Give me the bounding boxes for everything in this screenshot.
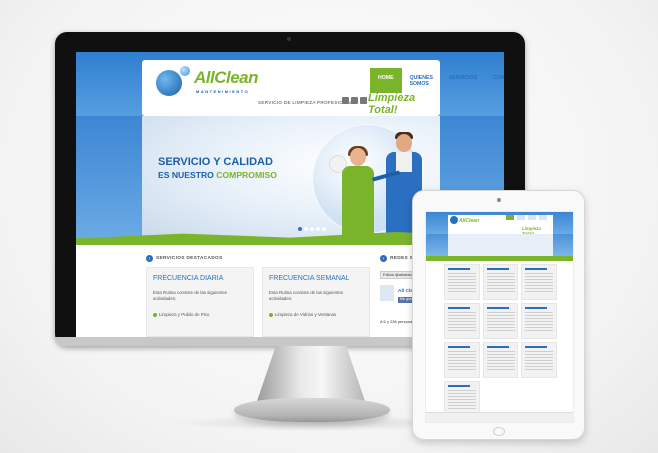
nav-servicios[interactable]: SERVICIOS — [441, 68, 485, 93]
ipad-nav-item[interactable] — [517, 215, 525, 220]
facebook-icon[interactable] — [342, 97, 349, 104]
ipad-home-button[interactable] — [493, 427, 505, 436]
mockup-stage: AllClean MANTENIMIENTO SERVICIO DE LIMPI… — [0, 0, 658, 453]
imac-stand-neck — [256, 346, 366, 404]
slider-dot[interactable] — [298, 227, 302, 231]
slider-dot[interactable] — [310, 227, 314, 231]
arrow-right-icon: › — [380, 255, 387, 262]
ipad-nav — [506, 215, 547, 220]
instagram-icon[interactable] — [360, 97, 367, 104]
twitter-icon[interactable] — [351, 97, 358, 104]
banner-subheadline-a: ES NUESTRO — [158, 170, 214, 180]
ipad-device: AllClean Limpieza Total! — [412, 190, 585, 440]
card-list-item: Limpieza y Pulido de Piso — [153, 312, 209, 317]
logo-ball-icon — [450, 216, 458, 224]
nav-contacto[interactable]: CONTACTO — [485, 68, 504, 93]
ipad-card[interactable] — [482, 303, 519, 339]
ipad-card[interactable] — [521, 342, 557, 378]
camera-dot — [287, 37, 291, 41]
ipad-nav-item[interactable] — [506, 215, 514, 220]
featured-title: SERVICIOS DESTACADOS — [156, 256, 223, 261]
service-card[interactable]: FRECUENCIA SEMANAL Esta Rutina consiste … — [262, 267, 370, 337]
header-tagline: SERVICIO DE LIMPIEZA PROFESIONAL — [258, 100, 354, 105]
card-list-item: Limpieza de Vidrios y Ventanas — [269, 312, 336, 317]
ipad-card[interactable] — [444, 264, 480, 300]
ipad-brand-name: AllClean — [459, 218, 480, 224]
card-title: FRECUENCIA SEMANAL — [269, 275, 350, 282]
slider-dot[interactable] — [322, 227, 326, 231]
bullet-icon — [269, 312, 273, 317]
ipad-nav-item[interactable] — [539, 215, 547, 220]
cleaner-woman-image — [330, 146, 378, 239]
card-description: Esta Rutina consiste de las siguientes a… — [153, 290, 227, 301]
ipad-card-grid — [444, 264, 557, 417]
ipad-card[interactable] — [482, 264, 519, 300]
ipad-footer — [426, 412, 573, 422]
banner-headline: SERVICIO Y CALIDAD — [158, 156, 273, 168]
ipad-card[interactable] — [521, 264, 557, 300]
ipad-nav-item[interactable] — [528, 215, 536, 220]
hero-banner: SERVICIO Y CALIDAD ES NUESTRO COMPROMISO — [142, 116, 440, 239]
brand-logo[interactable]: AllClean MANTENIMIENTO — [150, 64, 260, 104]
header-slogan: Limpieza Total! — [368, 92, 416, 116]
bullet-icon — [153, 312, 157, 317]
social-icons — [342, 97, 367, 104]
nav-quienes-somos[interactable]: QUIENES SOMOS — [402, 68, 441, 93]
banner-subheadline-b: COMPROMISO — [216, 170, 277, 180]
ipad-card[interactable] — [444, 303, 480, 339]
ipad-card[interactable] — [444, 342, 480, 378]
brand-subtitle: MANTENIMIENTO — [196, 89, 250, 94]
featured-heading: › SERVICIOS DESTACADOS — [146, 255, 223, 262]
ipad-green-divider — [426, 256, 573, 261]
ipad-camera — [497, 198, 501, 202]
ipad-card[interactable] — [482, 342, 519, 378]
logo-ball-icon — [156, 70, 182, 96]
main-nav: HOME QUIENES SOMOS SERVICIOS CONTACTO — [370, 68, 504, 93]
card-list-item-text: Limpieza y Pulido de Piso — [159, 312, 210, 317]
brand-name: AllClean — [194, 68, 259, 87]
card-list-item-text: Limpieza de Vidrios y Ventanas — [275, 312, 337, 317]
service-card[interactable]: FRECUENCIA DIARIA Esta Rutina consiste d… — [146, 267, 254, 337]
banner-subheadline: ES NUESTRO COMPROMISO — [158, 170, 277, 180]
nav-home[interactable]: HOME — [370, 68, 402, 93]
ipad-card[interactable] — [521, 303, 557, 339]
card-description: Esta Rutina consiste de las siguientes a… — [269, 290, 343, 301]
ipad-screen: AllClean Limpieza Total! — [425, 211, 574, 423]
facebook-page-thumbnail — [380, 285, 394, 301]
slider-dot[interactable] — [316, 227, 320, 231]
slider-dots — [298, 227, 326, 231]
arrow-right-icon: › — [146, 255, 153, 262]
site-header: AllClean MANTENIMIENTO SERVICIO DE LIMPI… — [142, 60, 504, 116]
slider-dot[interactable] — [304, 227, 308, 231]
logo-bubble-icon — [180, 66, 190, 76]
card-title: FRECUENCIA DIARIA — [153, 275, 224, 282]
